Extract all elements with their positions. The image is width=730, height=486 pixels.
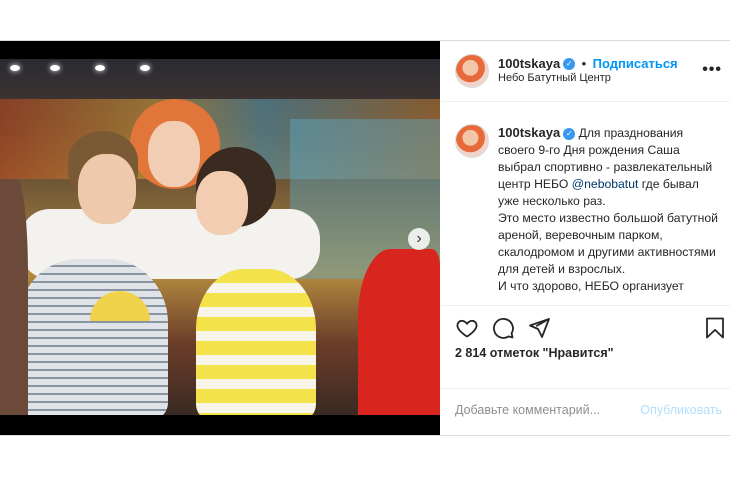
header-user-row: 100tskaya ✓ • Подписаться [498,55,678,73]
post-photo[interactable] [0,59,440,415]
more-options-icon[interactable]: ••• [702,61,722,79]
verified-badge-icon: ✓ [563,57,576,70]
likes-count[interactable]: 2 814 отметок "Нравится" [455,346,614,360]
mention-link[interactable]: @nebobatut [572,177,639,191]
bookmark-icon[interactable] [703,316,727,340]
follow-button[interactable]: Подписаться [593,56,678,71]
username-link[interactable]: 100tskaya [498,56,560,71]
publish-button[interactable]: Опубликовать [640,403,722,417]
separator-dot: • [581,56,587,71]
caption-text: 100tskaya ✓ Для празднования своего 9-го … [498,124,722,295]
chevron-right-icon: › [416,230,422,247]
avatar[interactable] [455,54,489,88]
post-sidebar: 100tskaya ✓ • Подписаться Небо Батутный Ц… [441,41,730,435]
child-left-edge [0,179,28,415]
comment-icon[interactable] [491,316,515,340]
comment-bar: Опубликовать [441,388,730,435]
child-red-shirt [358,249,440,415]
heart-icon[interactable] [455,316,479,340]
woman-face [148,121,200,187]
location-link[interactable]: Небо Батутный Центр [498,72,611,84]
post-media: › [0,41,440,435]
caption-part3: Это место известно большой батутной арен… [498,211,718,276]
instagram-post: › 100tskaya ✓ • Подписаться Небо Батутный… [0,40,730,436]
post-header: 100tskaya ✓ • Подписаться Небо Батутный Ц… [441,41,730,102]
next-photo-button[interactable]: › [408,228,430,250]
share-icon[interactable] [527,316,551,340]
boy-left-face [78,154,136,224]
caption-part4: И что здорово, НЕБО организует [498,279,684,293]
ceiling-light [95,65,105,71]
caption-username-link[interactable]: 100tskaya [498,125,560,140]
boy-right-face [196,171,248,235]
ceiling-light [50,65,60,71]
ceiling-light [140,65,150,71]
boy-left-shirt [18,259,168,415]
post-caption: 100tskaya ✓ Для празднования своего 9-го … [441,102,730,304]
verified-badge-icon: ✓ [563,127,576,140]
comment-input[interactable] [455,403,635,417]
ceiling-light [10,65,20,71]
boy-right-shirt [196,269,316,415]
caption-avatar[interactable] [455,124,489,158]
